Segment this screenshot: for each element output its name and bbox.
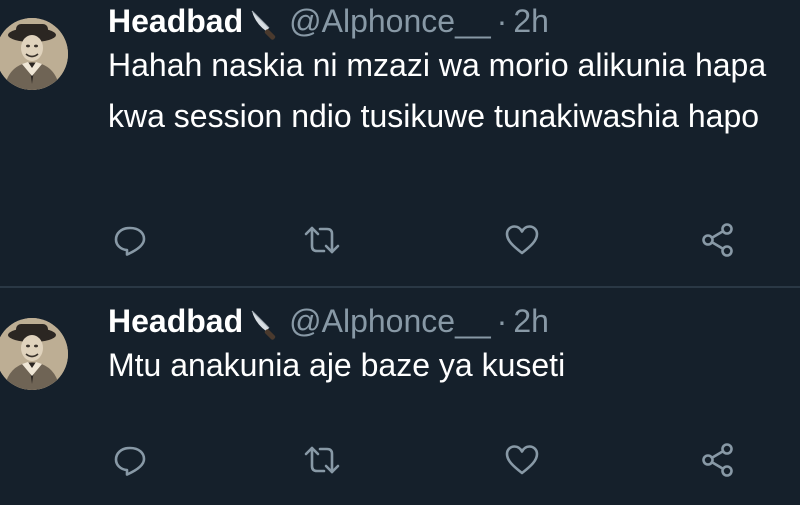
dot-separator: · <box>496 303 508 339</box>
reply-button[interactable] <box>108 220 152 260</box>
retweet-button[interactable] <box>300 220 344 260</box>
like-button[interactable] <box>500 220 544 260</box>
tweet-text: Hahah naskia ni mzazi wa morio alikunia … <box>108 47 767 134</box>
dot-separator: · <box>496 3 508 39</box>
like-icon <box>505 445 539 475</box>
reply-icon <box>114 226 146 256</box>
kitchen-knife-icon <box>247 307 281 341</box>
tweet-time[interactable]: 2h <box>513 303 549 339</box>
author-handle[interactable]: @Alphonce__ <box>289 303 491 339</box>
author-name[interactable]: Headbad <box>108 3 243 39</box>
reply-button[interactable] <box>108 440 152 480</box>
retweet-icon <box>304 446 340 474</box>
share-button[interactable] <box>696 440 740 480</box>
tweet[interactable]: Headbad @Alphonce__ · 2h Hahah naskia ni mz… <box>0 0 800 286</box>
tweet[interactable]: Headbad @Alphonce__ · 2h Mtu anakunia aje b… <box>0 288 800 505</box>
avatar[interactable] <box>0 318 68 390</box>
retweet-button[interactable] <box>300 440 344 480</box>
retweet-icon <box>304 226 340 254</box>
kitchen-knife-icon <box>247 7 281 41</box>
like-button[interactable] <box>500 440 544 480</box>
tweet-header: Headbad @Alphonce__ · 2h <box>108 300 549 342</box>
tweet-text: Mtu anakunia aje baze ya kuseti <box>108 347 566 383</box>
share-icon <box>702 223 733 257</box>
tweet-feed: Headbad @Alphonce__ · 2h Hahah naskia ni mz… <box>0 0 800 505</box>
tweet-actions <box>108 440 748 480</box>
tweet-time[interactable]: 2h <box>513 3 549 39</box>
tweet-actions <box>108 220 748 260</box>
like-icon <box>505 225 539 255</box>
author-name[interactable]: Headbad <box>108 303 243 339</box>
tweet-header: Headbad @Alphonce__ · 2h <box>108 0 549 42</box>
reply-icon <box>114 446 146 476</box>
share-button[interactable] <box>696 220 740 260</box>
share-icon <box>702 443 733 477</box>
author-handle[interactable]: @Alphonce__ <box>289 3 491 39</box>
avatar[interactable] <box>0 18 68 90</box>
